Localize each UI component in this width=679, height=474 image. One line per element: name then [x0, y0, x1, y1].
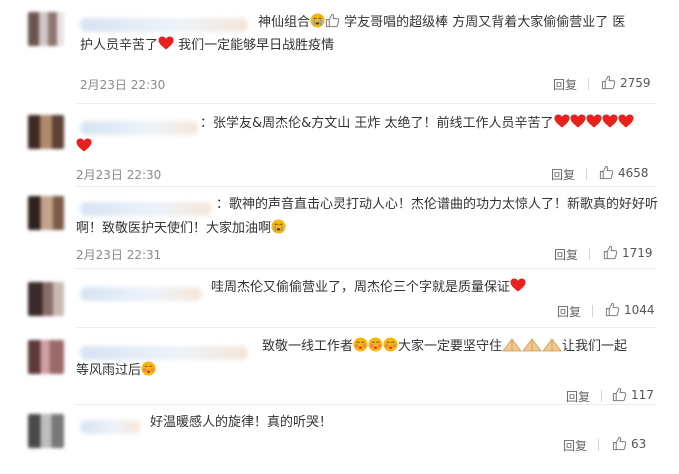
comment-text: 致敬一线工作者 大家一定要坚守住 让我们一起 — [262, 337, 627, 357]
like-button[interactable]: 4658 — [599, 165, 649, 180]
username[interactable] — [80, 346, 248, 360]
divider — [598, 439, 599, 451]
blushing-emoji-icon — [141, 361, 156, 376]
heart-emoji-icon — [618, 114, 634, 128]
comment-text-part: 哇周杰伦又偷偷营业了，周杰伦三个字就是质量保证 — [211, 280, 511, 295]
username[interactable] — [80, 420, 140, 434]
thumbs-up-icon — [612, 387, 627, 402]
comment-text-part: 大家一定要坚守住 — [398, 339, 503, 354]
praying-hands-emoji-icon — [542, 338, 562, 352]
divider — [601, 390, 602, 402]
username[interactable] — [80, 18, 248, 32]
like-button[interactable]: 2759 — [601, 75, 651, 90]
avatar[interactable] — [28, 282, 64, 316]
like-button[interactable]: 1044 — [605, 302, 655, 317]
thumbs-up-icon — [603, 245, 618, 260]
comment-divider — [76, 268, 657, 269]
comment-text-part: 神仙组合 — [258, 15, 311, 30]
like-count: 63 — [631, 436, 647, 451]
comment-text-part: 我们一定能够早日战胜疫情 — [178, 38, 335, 53]
comment-text-line-2: 啊！致敬医护天使们！大家加油啊 — [76, 219, 286, 239]
thumbs-up-icon — [612, 436, 627, 451]
heart-emoji-icon — [586, 114, 602, 128]
comment-text-line-2: 护人员辛苦了 我们一定能够早日战胜疫情 — [80, 36, 334, 56]
username[interactable] — [80, 202, 212, 216]
comment-text-part: 啊！致敬医护天使们！大家加油啊 — [76, 221, 272, 236]
like-count: 4658 — [618, 165, 649, 180]
heart-emoji-icon — [554, 114, 570, 128]
thumbs-up-emoji-icon — [325, 13, 340, 28]
divider — [589, 248, 590, 260]
blushing-emoji-icon — [383, 337, 398, 352]
reply-button[interactable]: 回复 — [566, 388, 590, 405]
blushing-emoji-icon — [368, 337, 383, 352]
comment-text: 神仙组合 学友哥唱的超级棒 方周又背着大家偷偷营业了 医 — [258, 13, 625, 33]
like-count: 2759 — [620, 75, 651, 90]
praying-hands-emoji-icon — [522, 338, 542, 352]
comment-text-part: 学友哥唱的超级棒 方周又背着大家偷偷营业了 医 — [344, 15, 626, 30]
comment-time: 2月23日 22:30 — [80, 78, 166, 92]
comment-text-line-2: 等风雨过后 — [76, 361, 156, 381]
like-count: 1044 — [624, 302, 655, 317]
like-count: 1719 — [622, 245, 653, 260]
comment-divider — [76, 103, 657, 104]
blushing-emoji-icon — [353, 337, 368, 352]
comment-text-part: 护人员辛苦了 — [80, 38, 159, 53]
reply-button[interactable]: 回复 — [557, 303, 581, 320]
comment-text: ：张学友&周杰伦&方文山 王炸 太绝了！前线工作人员辛苦了 — [200, 114, 634, 134]
comment-text-part: ：张学友&周杰伦&方文山 王炸 太绝了！前线工作人员辛苦了 — [200, 116, 554, 131]
divider — [588, 78, 589, 90]
thumbs-up-icon — [605, 302, 620, 317]
heart-emoji-icon — [570, 114, 586, 128]
reply-button[interactable]: 回复 — [554, 246, 578, 263]
comment-text-part: 让我们一起 — [562, 339, 628, 354]
comment-text-part: 致敬一线工作者 — [262, 339, 354, 354]
avatar[interactable] — [28, 340, 64, 374]
comment-text: 好温暖感人的旋律！真的听哭！ — [150, 413, 332, 433]
reply-button[interactable]: 回复 — [551, 166, 575, 183]
comment-text-part: 等风雨过后 — [76, 363, 142, 378]
like-button[interactable]: 1719 — [603, 245, 653, 260]
reply-button[interactable]: 回复 — [553, 76, 577, 93]
username[interactable] — [80, 287, 202, 301]
username[interactable] — [80, 121, 198, 135]
divider — [586, 168, 587, 180]
comment-divider — [76, 327, 657, 328]
avatar[interactable] — [28, 115, 64, 149]
comment-text-part: ：歌神的声音直击心灵打动人心！杰伦谱曲的功力太惊人了！新歌真的好好听 — [216, 197, 659, 212]
thumbs-up-icon — [601, 75, 616, 90]
like-button[interactable]: 63 — [612, 436, 646, 451]
comment-text: ：歌神的声音直击心灵打动人心！杰伦谱曲的功力太惊人了！新歌真的好好听 — [216, 195, 658, 215]
thumbs-up-icon — [599, 165, 614, 180]
comment-text: 哇周杰伦又偷偷营业了，周杰伦三个字就是质量保证 — [211, 278, 526, 298]
avatar[interactable] — [28, 196, 64, 230]
crying-emoji-icon — [271, 219, 286, 234]
comment-text-part: 好温暖感人的旋律！真的听哭！ — [150, 415, 333, 430]
reply-button[interactable]: 回复 — [563, 437, 587, 454]
heart-emoji-icon — [158, 36, 174, 50]
like-count: 117 — [631, 387, 654, 402]
avatar[interactable] — [28, 414, 64, 448]
comment-divider — [76, 186, 657, 187]
comment-divider — [76, 404, 657, 405]
comment-time: 2月23日 22:31 — [76, 248, 162, 262]
heart-emoji-icon — [602, 114, 618, 128]
avatar[interactable] — [28, 12, 64, 46]
divider — [592, 305, 593, 317]
comment-text-line-2 — [76, 138, 92, 158]
crying-emoji-icon — [310, 13, 325, 28]
heart-emoji-icon — [510, 278, 526, 292]
heart-emoji-icon — [76, 138, 92, 152]
comment-time: 2月23日 22:30 — [76, 168, 162, 182]
praying-hands-emoji-icon — [502, 338, 522, 352]
like-button[interactable]: 117 — [612, 387, 654, 402]
